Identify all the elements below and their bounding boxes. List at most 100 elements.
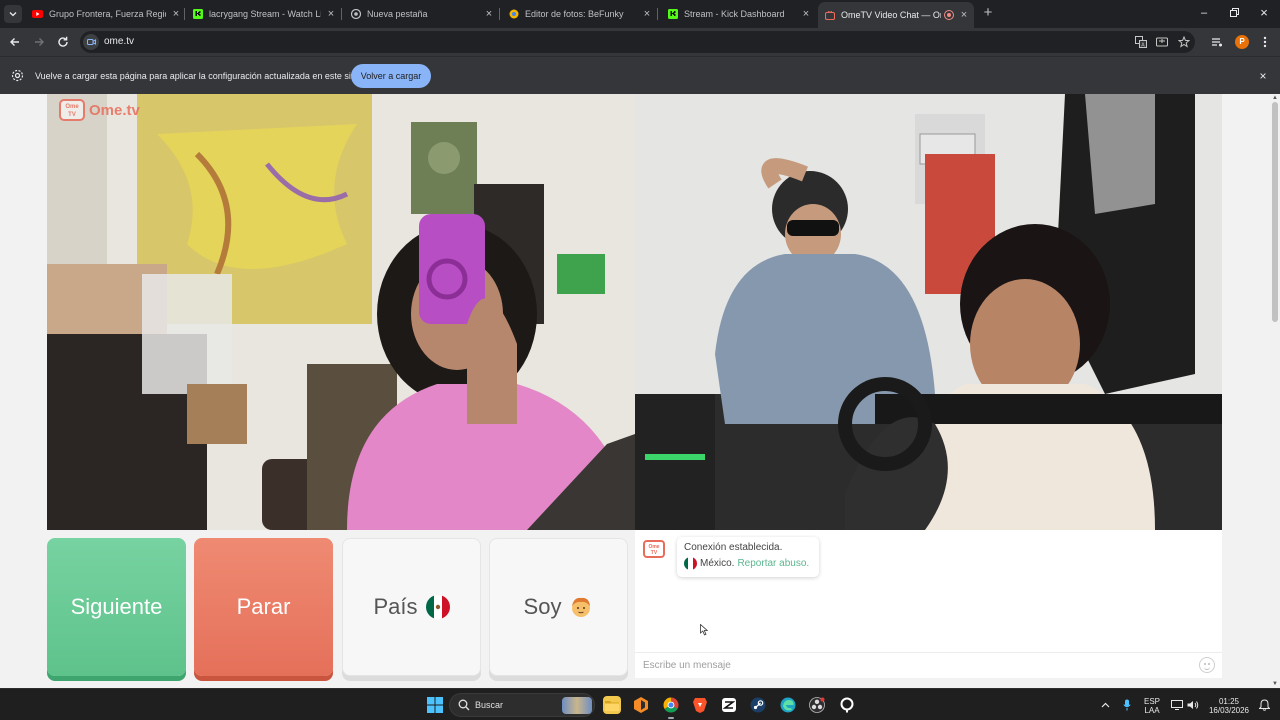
chat-panel: Ome TV Conexión establecida. México. Rep… [635, 530, 1222, 678]
partner-video [635, 94, 1222, 530]
url-text: ome.tv [104, 36, 135, 47]
tab-separator [657, 8, 658, 20]
capcut-app-icon[interactable] [720, 696, 738, 714]
partner-video-frame [635, 94, 1222, 530]
search-highlight-image [562, 697, 592, 714]
taskbar-search[interactable]: Buscar [449, 693, 595, 717]
tab-title: OmeTV Video Chat — Ome [841, 10, 941, 20]
scroll-down-icon[interactable]: ▼ [1272, 681, 1278, 687]
self-video: Ome TV Ome.tv [47, 94, 635, 530]
chevron-up-icon[interactable] [1098, 698, 1112, 712]
system-message: Conexión establecida. México. Reportar a… [677, 537, 819, 577]
partner-country: México. [700, 558, 735, 569]
menu-kebab-icon[interactable] [1257, 34, 1273, 50]
gender-label: Soy [523, 594, 562, 619]
site-info-button[interactable] [83, 34, 99, 50]
translate-icon[interactable]: A [1134, 35, 1148, 49]
arrow-left-icon [10, 38, 19, 46]
mouse-cursor-icon [700, 624, 708, 636]
next-label: Siguiente [70, 594, 163, 619]
browser-toolbar: ome.tv A P [0, 28, 1280, 56]
chevron-down-icon [9, 12, 17, 17]
mexico-flag-icon [684, 557, 697, 570]
close-tab-icon[interactable]: × [325, 8, 337, 20]
brave-app-icon[interactable] [691, 696, 709, 714]
report-abuse-link[interactable]: Reportar abuso. [737, 558, 809, 569]
streamlabs-app-icon[interactable] [838, 696, 856, 714]
restore-button[interactable] [1226, 5, 1242, 21]
stop-button[interactable]: Parar [194, 538, 333, 676]
reload-page-button[interactable]: Volver a cargar [351, 64, 431, 88]
notification-bell-icon[interactable] [1257, 698, 1271, 712]
reload-button[interactable] [55, 34, 71, 50]
close-tab-icon[interactable]: × [800, 8, 812, 20]
tab-title: Nueva pestaña [367, 9, 428, 19]
input-language[interactable]: ESP LAA [1141, 697, 1163, 715]
tab-strip: Grupo Frontera, Fuerza Regida × lacrygan… [0, 0, 1280, 28]
minimize-button[interactable]: – [1196, 5, 1212, 21]
tab-separator [341, 8, 342, 20]
tab-title: lacrygang Stream - Watch Live [209, 9, 321, 19]
back-button[interactable] [7, 34, 23, 50]
address-bar[interactable]: ome.tv A [80, 31, 1195, 53]
kick-icon [667, 9, 678, 20]
obs-app-icon[interactable] [808, 696, 826, 714]
windows-start-icon[interactable] [426, 696, 444, 714]
tab-befunky[interactable]: Editor de fotos: BeFunky × [508, 4, 653, 24]
tab-lacrygang-stream[interactable]: lacrygang Stream - Watch Live × [192, 4, 337, 24]
cast-icon[interactable] [1155, 35, 1169, 49]
self-video-frame [47, 94, 635, 530]
message-input[interactable] [635, 652, 1222, 678]
close-tab-icon[interactable]: × [170, 8, 182, 20]
media-controls-icon[interactable] [1209, 34, 1225, 50]
clock-date: 16/03/2026 [1208, 706, 1250, 715]
active-app-indicator [668, 717, 674, 719]
steam-app-icon[interactable] [749, 696, 767, 714]
clock[interactable]: 01:25 16/03/2026 [1204, 697, 1254, 715]
forward-button[interactable] [31, 34, 47, 50]
profile-avatar[interactable]: P [1235, 35, 1249, 49]
gender-button[interactable]: Soy [489, 538, 628, 676]
keyboard-layout: LAA [1144, 706, 1160, 715]
svg-text:A: A [1141, 43, 1145, 49]
ometv-page: Ome TV Ome.tv Siguiente Parar País Soy O… [0, 94, 1270, 688]
close-tab-icon[interactable]: × [958, 9, 970, 21]
befunky-icon [508, 9, 519, 20]
youtube-icon [32, 9, 43, 20]
microphone-icon[interactable] [1120, 698, 1134, 712]
boy-emoji-icon [572, 597, 591, 617]
infobar-message: Vuelve a cargar esta página para aplicar… [35, 71, 361, 81]
close-tab-icon[interactable]: × [641, 8, 653, 20]
bookmark-star-icon[interactable] [1177, 35, 1191, 49]
network-icon[interactable] [1170, 698, 1184, 712]
tab-separator [184, 8, 185, 20]
tab-search-button[interactable] [4, 5, 22, 23]
edge-app-icon[interactable] [779, 696, 797, 714]
language-code: ESP [1143, 697, 1160, 706]
tab-kick-dashboard[interactable]: Stream - Kick Dashboard × [667, 4, 812, 24]
tab-grupo-frontera[interactable]: Grupo Frontera, Fuerza Regida × [32, 4, 182, 24]
tab-separator [499, 8, 500, 20]
arrow-right-icon [35, 38, 44, 46]
close-infobar-icon[interactable]: × [1256, 69, 1270, 83]
tab-ometv[interactable]: OmeTV Video Chat — Ome × [818, 2, 974, 28]
stop-label: Parar [236, 594, 291, 619]
volume-icon[interactable] [1186, 698, 1200, 712]
close-window-button[interactable]: × [1256, 5, 1272, 21]
tab-title: Editor de fotos: BeFunky [525, 9, 624, 19]
clock-time: 01:25 [1218, 697, 1240, 706]
next-button[interactable]: Siguiente [47, 538, 186, 676]
file-explorer-icon[interactable] [603, 696, 621, 714]
befunky-app-icon[interactable] [632, 696, 650, 714]
reload-infobar: Vuelve a cargar esta página para aplicar… [0, 56, 1280, 94]
restore-icon [1229, 8, 1239, 17]
new-tab-button[interactable]: + [980, 5, 996, 21]
chrome-app-icon[interactable] [662, 696, 680, 714]
tab-nueva-pestana[interactable]: Nueva pestaña × [350, 4, 495, 24]
emoji-icon[interactable] [1199, 657, 1215, 673]
page-scrollbar[interactable]: ▲ ▼ [1270, 94, 1280, 688]
country-button[interactable]: País [342, 538, 481, 676]
scroll-up-icon[interactable]: ▲ [1272, 95, 1278, 101]
close-tab-icon[interactable]: × [483, 8, 495, 20]
scrollbar-thumb[interactable] [1272, 102, 1278, 322]
